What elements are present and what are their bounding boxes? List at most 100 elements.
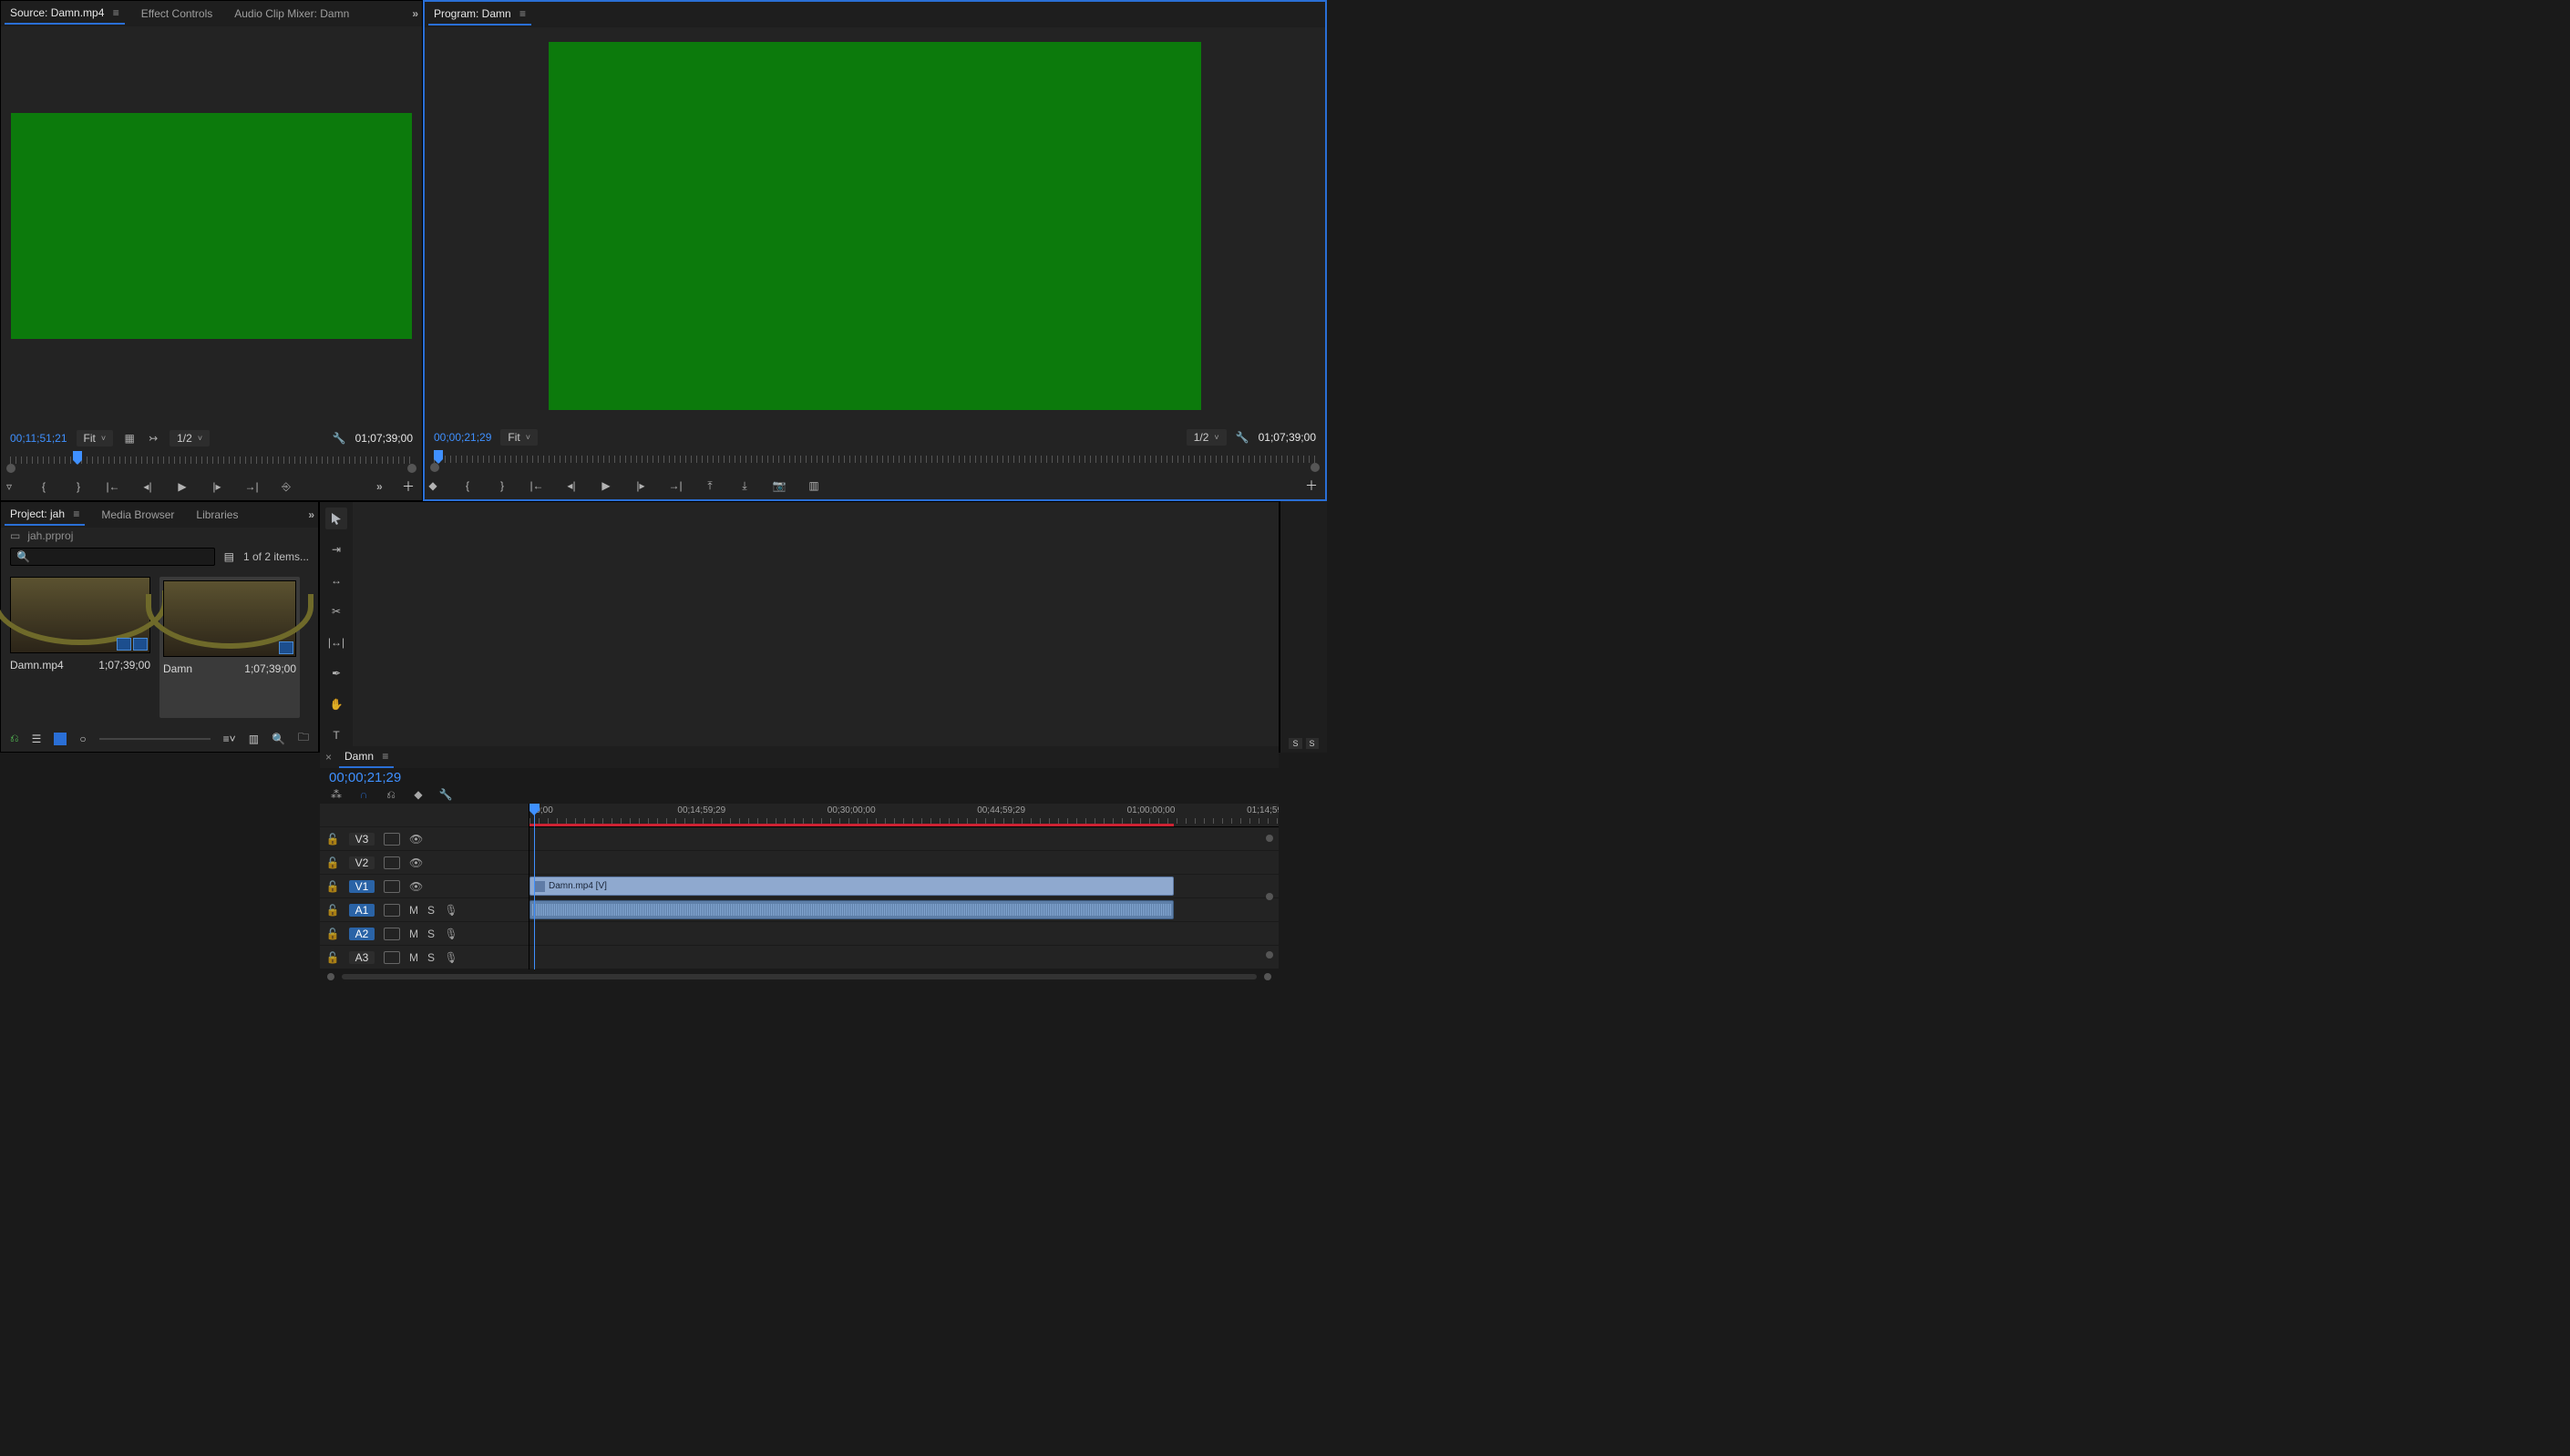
- find-button[interactable]: 🔍: [272, 733, 285, 745]
- sync-lock-icon[interactable]: [384, 856, 400, 869]
- panel-menu-icon[interactable]: ≡: [73, 508, 79, 520]
- sync-lock-icon[interactable]: [384, 928, 400, 940]
- lane-v3[interactable]: [529, 827, 1279, 851]
- zoom-handle[interactable]: [1266, 835, 1273, 842]
- overflow-tabs-icon[interactable]: »: [412, 7, 418, 20]
- selection-tool[interactable]: [325, 508, 347, 529]
- program-resolution-dropdown[interactable]: 1/2˅: [1187, 429, 1227, 446]
- project-search-input[interactable]: [30, 550, 209, 563]
- program-settings-icon[interactable]: 🔧: [1236, 431, 1249, 444]
- timeline-settings-icon[interactable]: 🔧: [438, 787, 453, 802]
- step-forward-button[interactable]: |▸: [632, 477, 649, 494]
- toggle-track-output-icon[interactable]: 👁: [409, 880, 423, 893]
- step-forward-button[interactable]: |▸: [209, 478, 225, 495]
- track-header-a1[interactable]: 🔓 A1 M S 🎙: [320, 898, 529, 922]
- source-playhead[interactable]: [73, 451, 82, 460]
- lane-a1[interactable]: [529, 898, 1279, 922]
- program-zoom-handle-right[interactable]: [1311, 463, 1320, 472]
- program-playhead[interactable]: [434, 450, 443, 459]
- play-button[interactable]: ▶: [174, 478, 190, 495]
- safe-margins-icon[interactable]: ▦: [122, 431, 137, 446]
- add-marker-button[interactable]: ▿: [1, 478, 17, 495]
- sync-lock-icon[interactable]: [384, 904, 400, 917]
- track-label[interactable]: V3: [349, 833, 375, 846]
- lane-a3[interactable]: [529, 946, 1279, 969]
- lock-icon[interactable]: 🔓: [325, 951, 340, 964]
- solo-button[interactable]: S: [427, 904, 435, 917]
- extract-button[interactable]: ⤓: [736, 477, 753, 494]
- track-label[interactable]: A3: [349, 951, 375, 964]
- marker-icon[interactable]: ◆: [411, 787, 426, 802]
- timeline-scrollbar[interactable]: [320, 969, 1279, 984]
- project-item[interactable]: Damn.mp4 1;07;39;00: [10, 577, 150, 718]
- tab-program[interactable]: Program: Damn ≡: [428, 4, 531, 26]
- toggle-track-output-icon[interactable]: 👁: [409, 856, 423, 869]
- go-to-in-button[interactable]: |←: [529, 477, 545, 494]
- lock-icon[interactable]: 🔓: [325, 856, 340, 869]
- solo-button[interactable]: S: [427, 951, 435, 964]
- zoom-handle[interactable]: [1266, 893, 1273, 900]
- sort-button[interactable]: ≡˅: [223, 733, 236, 745]
- track-label[interactable]: A2: [349, 928, 375, 940]
- mark-in-button[interactable]: {: [36, 478, 52, 495]
- pen-tool[interactable]: ✒: [325, 662, 347, 684]
- marker-button[interactable]: ◆: [425, 477, 441, 494]
- solo-button[interactable]: S: [427, 928, 435, 940]
- insert-overlay-icon[interactable]: ↣: [146, 431, 160, 446]
- mark-out-button[interactable]: }: [70, 478, 87, 495]
- tab-media-browser[interactable]: Media Browser: [96, 505, 180, 525]
- project-search-box[interactable]: 🔍: [10, 548, 215, 566]
- insert-button[interactable]: ⎆: [278, 478, 294, 495]
- track-select-tool[interactable]: ⇥: [325, 538, 347, 560]
- nest-toggle-icon[interactable]: ⁂: [329, 787, 344, 802]
- track-label[interactable]: V1: [349, 880, 375, 893]
- mark-out-button[interactable]: }: [494, 477, 510, 494]
- lock-icon[interactable]: 🔓: [325, 928, 340, 940]
- track-label[interactable]: A1: [349, 904, 375, 917]
- type-tool[interactable]: T: [325, 724, 347, 746]
- sync-lock-icon[interactable]: [384, 880, 400, 893]
- slip-tool[interactable]: |↔|: [325, 631, 347, 653]
- program-zoom-handle-left[interactable]: [430, 463, 439, 472]
- project-overflow-icon[interactable]: »: [308, 508, 314, 521]
- go-to-out-button[interactable]: →|: [667, 477, 684, 494]
- thumb-size-slider[interactable]: [99, 738, 211, 740]
- panel-menu-icon[interactable]: ≡: [519, 7, 526, 20]
- icon-view-button[interactable]: [54, 733, 67, 745]
- source-viewer[interactable]: [1, 26, 422, 426]
- mark-in-button[interactable]: {: [459, 477, 476, 494]
- razor-tool[interactable]: ✂: [325, 600, 347, 622]
- tab-sequence[interactable]: Damn ≡: [339, 746, 394, 768]
- lane-a2[interactable]: [529, 922, 1279, 946]
- source-resolution-dropdown[interactable]: 1/2˅: [170, 430, 210, 446]
- audio-clip[interactable]: [529, 900, 1174, 919]
- track-header-a3[interactable]: 🔓 A3 M S 🎙: [320, 946, 529, 969]
- tab-source[interactable]: Source: Damn.mp4 ≡: [5, 3, 125, 25]
- snap-toggle-icon[interactable]: ∩: [356, 787, 371, 802]
- timeline-playhead[interactable]: [534, 804, 535, 969]
- voiceover-icon[interactable]: 🎙: [444, 928, 458, 940]
- source-zoom-handle-right[interactable]: [407, 464, 416, 473]
- source-button-editor-icon[interactable]: ＋: [402, 477, 422, 496]
- scroll-handle-right[interactable]: [1264, 973, 1271, 980]
- scroll-track[interactable]: [342, 974, 1257, 979]
- mute-button[interactable]: M: [409, 904, 418, 917]
- list-view-button[interactable]: ☰: [32, 733, 42, 745]
- linked-selection-icon[interactable]: ⎌: [384, 787, 398, 802]
- lift-button[interactable]: ⤒: [702, 477, 718, 494]
- solo-left-button[interactable]: S: [1289, 738, 1301, 749]
- lane-v2[interactable]: [529, 851, 1279, 875]
- mute-button[interactable]: M: [409, 928, 418, 940]
- source-timebar[interactable]: [1, 451, 422, 473]
- freeform-view-button[interactable]: ○: [79, 733, 86, 745]
- tab-effect-controls[interactable]: Effect Controls: [136, 4, 218, 24]
- panel-menu-icon[interactable]: ≡: [382, 750, 388, 763]
- zoom-handle[interactable]: [1266, 951, 1273, 959]
- source-settings-icon[interactable]: 🔧: [333, 432, 346, 445]
- project-item[interactable]: Damn 1;07;39;00: [159, 577, 300, 718]
- comparison-view-button[interactable]: ▥: [806, 477, 822, 494]
- track-header-a2[interactable]: 🔓 A2 M S 🎙: [320, 922, 529, 946]
- sync-lock-icon[interactable]: [384, 951, 400, 964]
- mute-button[interactable]: M: [409, 951, 418, 964]
- close-sequence-icon[interactable]: ×: [325, 751, 332, 764]
